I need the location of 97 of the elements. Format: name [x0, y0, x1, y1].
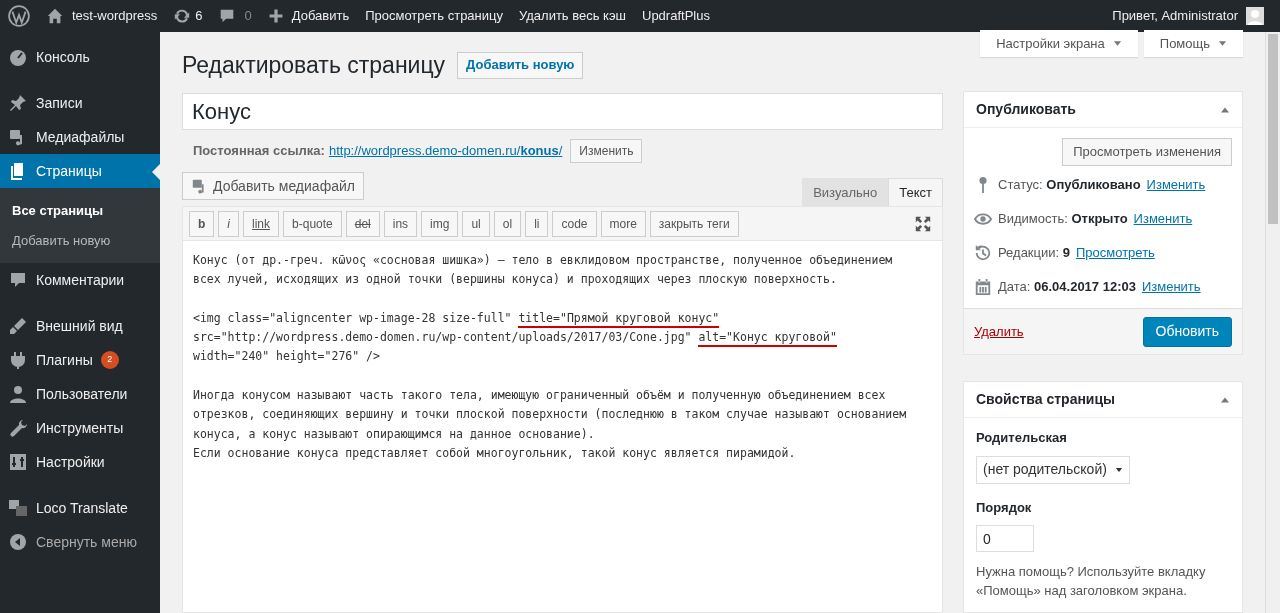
editor-tab[interactable]: Визуально — [802, 178, 889, 206]
sidebar-item[interactable]: Консоль — [0, 40, 160, 74]
code-line: Иногда конусом называют часть такого тела, имеющую ограниченный объём и полученную объединением всех — [193, 387, 887, 405]
caret-down-icon — [1218, 39, 1227, 48]
translate-icon — [8, 498, 28, 518]
status-text: Дата: 06.04.2017 12:03 — [998, 278, 1136, 297]
format-button[interactable]: link — [243, 210, 280, 237]
history-icon — [974, 244, 992, 262]
speech-bubble-icon — [8, 270, 28, 290]
updates-link[interactable]: 6 — [173, 6, 203, 26]
edit-link[interactable]: Изменить — [1141, 277, 1201, 297]
edit-link[interactable]: Просмотреть — [1076, 243, 1155, 263]
order-field[interactable]: 0 — [976, 525, 1034, 552]
calendar-icon — [974, 278, 992, 296]
edit-button[interactable]: Изменить — [570, 139, 643, 163]
format-button[interactable]: more — [600, 210, 646, 237]
sidebar-item[interactable]: Настройки — [0, 445, 160, 479]
format-button[interactable]: i — [218, 210, 239, 237]
plus-icon — [267, 8, 284, 24]
code-line: конуса, а конус называют опирающимся на данное основание). — [193, 425, 596, 443]
dropdown-tab[interactable]: Настройки экрана — [980, 30, 1138, 57]
format-button[interactable]: ol — [493, 210, 522, 237]
home-icon — [46, 7, 64, 25]
delete-link[interactable]: Удалить — [974, 321, 1024, 342]
sidebar-item[interactable]: Свернуть меню — [0, 525, 160, 559]
format-button[interactable]: b — [189, 210, 215, 237]
eye-icon — [974, 210, 992, 228]
person-icon — [8, 384, 28, 404]
title-field[interactable]: Конус — [182, 93, 943, 130]
parent-select[interactable]: (нет родительской) — [976, 455, 1130, 484]
format-button[interactable]: ins — [383, 210, 418, 237]
pin-icon — [8, 93, 28, 113]
toolbar-link[interactable]: UpdraftPlus — [642, 6, 710, 26]
editor-tab[interactable]: Текст — [888, 178, 943, 206]
field-label: Родительская — [976, 429, 1067, 447]
comments-link[interactable]: 0 — [218, 6, 252, 26]
add-media-button[interactable]: Добавить медиафайл — [182, 172, 364, 200]
toolbar-link[interactable]: Просмотреть страницу — [365, 6, 503, 26]
permalink-link[interactable]: http://wordpress.demo-domen.ru/konus/ — [328, 141, 563, 161]
format-button[interactable]: li — [525, 210, 549, 237]
menu-pointer — [152, 164, 160, 180]
help-text: Нужна помощь? Используйте вкладку «Помощь» над заголовком экрана. — [976, 563, 1207, 600]
code-line: Конус (от др.-греч. κῶνος «сосновая шишка») — тело в евклидовом пространстве, полученное объединением — [193, 252, 894, 269]
format-button[interactable]: закрыть теги — [649, 210, 739, 237]
edit-link[interactable]: Изменить — [1133, 209, 1193, 229]
count-badge: 2 — [100, 351, 119, 369]
format-button[interactable]: code — [552, 210, 597, 237]
preview-button[interactable]: Просмотреть изменения — [1062, 138, 1232, 166]
plug-icon — [8, 350, 28, 370]
sidebar-item[interactable]: Внешний вид — [0, 309, 160, 343]
sidebar-item[interactable]: Плагины 2 — [0, 343, 160, 377]
toolbar-link[interactable]: Удалить весь кэш — [519, 6, 626, 26]
gauge-icon — [8, 47, 28, 67]
toolbar-link[interactable]: Добавить — [267, 6, 350, 26]
panel-title: Опубликовать — [976, 100, 1076, 119]
format-button[interactable]: img — [421, 210, 459, 237]
field-label: Порядок — [976, 498, 1032, 517]
refresh-icon — [173, 7, 192, 25]
format-button[interactable]: ul — [462, 210, 490, 237]
edit-link[interactable]: Изменить — [1146, 175, 1206, 195]
sidebar-item[interactable]: Медиафайлы — [0, 120, 160, 154]
sidebar-item[interactable]: Записи — [0, 86, 160, 120]
account-link[interactable]: Привет, Administrator — [1112, 6, 1272, 26]
fullscreen-icon — [914, 214, 932, 233]
code-line: всех лучей, исходящих из одной точки (вершины конуса) и проходящих через плоскую поверхность. — [193, 271, 838, 289]
caret-down-icon — [1112, 39, 1122, 48]
sidebar-item[interactable]: Loco Translate — [0, 491, 160, 525]
page-heading: Редактировать страницу — [182, 50, 446, 80]
sidebar-item[interactable]: Пользователи — [0, 377, 160, 411]
submenu-item[interactable]: Добавить новую — [0, 225, 160, 255]
wrench-icon — [8, 418, 28, 438]
site-link[interactable]: test-wordpress — [46, 6, 158, 26]
code-line: src="http://wordpress.demo-domen.ru/wp-content/uploads/2017/03/Cone.jpg" alt="Конус круговой" — [193, 328, 932, 348]
code-line: width="240" height="276" /> — [193, 348, 381, 366]
status-text: Видимость: Открыто — [998, 210, 1128, 229]
code-line: отрезков, соединяющих вершину и точки плоской поверхности (последнюю в таком случае называют основанием — [193, 406, 908, 424]
sliders-icon — [8, 452, 28, 472]
code-line: Если основание конуса представляет собой многоугольник, такой конус является пирамидой. — [193, 444, 797, 462]
format-button[interactable]: b-quote — [283, 210, 342, 237]
update-button[interactable]: Обновить — [1142, 316, 1232, 347]
dropdown-tab[interactable]: Помощь — [1143, 30, 1243, 57]
brush-icon — [8, 316, 28, 336]
status-text: Статус: Опубликовано — [998, 176, 1141, 195]
wordpress-logo-icon — [8, 5, 30, 27]
sidebar-item[interactable]: Страницы — [0, 154, 160, 188]
code-line: <img class="aligncenter wp-image-28 size-full" title="Прямой круговой конус" — [193, 308, 932, 329]
caret-down-icon — [1114, 465, 1123, 474]
add-new-button[interactable]: Добавить новую — [457, 51, 584, 79]
permalink-label: Постоянная ссылка: — [193, 142, 325, 161]
status-text: Редакции: 9 — [998, 244, 1070, 263]
submenu-item[interactable]: Все страницы — [0, 196, 160, 226]
format-button[interactable]: del — [345, 210, 380, 237]
panel-title: Свойства страницы — [976, 390, 1116, 409]
avatar-icon — [1246, 7, 1264, 25]
scrollbar[interactable] — [1265, 32, 1280, 613]
sidebar-item[interactable]: Инструменты — [0, 411, 160, 445]
sidebar-item[interactable]: Комментарии — [0, 263, 160, 297]
